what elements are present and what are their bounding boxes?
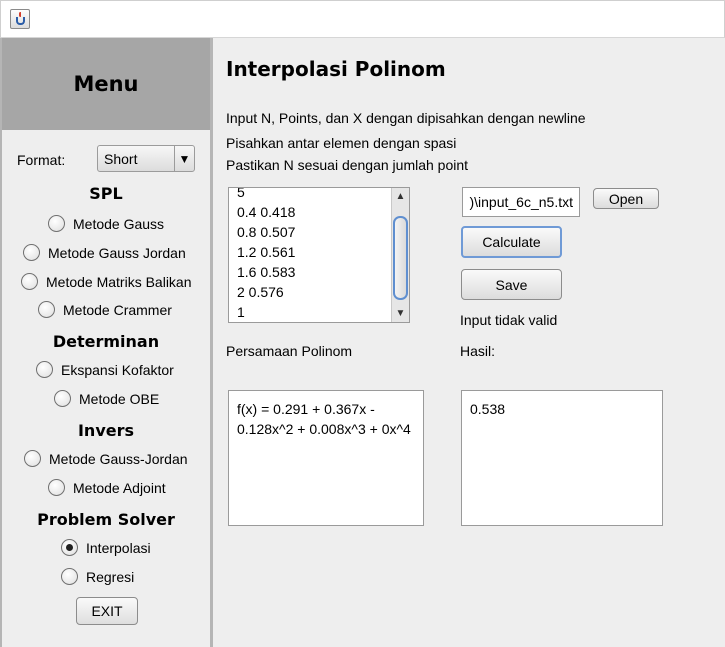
- radio-label: Metode Crammer: [63, 301, 172, 318]
- radio-icon: [61, 568, 78, 585]
- input-line: 1.6 0.583: [237, 264, 296, 280]
- hasil-label: Hasil:: [460, 343, 496, 359]
- group-title-spl: SPL: [89, 184, 123, 203]
- input-textarea[interactable]: 5 0.4 0.418 0.8 0.507 1.2 0.561 1.6 0.58…: [228, 187, 410, 323]
- radio-icon: [24, 450, 41, 467]
- scroll-up-arrow-icon[interactable]: ▲: [392, 188, 409, 205]
- hasil-value: 0.538: [470, 401, 506, 417]
- radio-icon: [21, 273, 38, 290]
- input-textarea-content: 5 0.4 0.418 0.8 0.507 1.2 0.561 1.6 0.58…: [237, 187, 296, 322]
- group-title-determinan: Determinan: [52, 332, 160, 351]
- radio-metode-crammer[interactable]: Metode Crammer: [38, 301, 172, 318]
- radio-label: Regresi: [86, 568, 135, 585]
- input-line: 0.8 0.507: [237, 224, 296, 240]
- menu-title: Menu: [2, 38, 210, 130]
- radio-regresi[interactable]: Regresi: [61, 568, 134, 585]
- radio-metode-gauss-jordan[interactable]: Metode Gauss Jordan: [23, 244, 186, 261]
- radio-metode-gauss[interactable]: Metode Gauss: [48, 215, 164, 232]
- radio-icon: [23, 244, 40, 261]
- group-title-invers: Invers: [77, 421, 135, 440]
- radio-metode-obe[interactable]: Metode OBE: [54, 390, 159, 407]
- radio-icon: [38, 301, 55, 318]
- radio-checked-icon: [61, 539, 78, 556]
- radio-metode-matriks-balikan[interactable]: Metode Matriks Balikan: [21, 273, 192, 290]
- radio-icon: [36, 361, 53, 378]
- instruction-line: Pisahkan antar elemen dengan spasi: [226, 135, 457, 151]
- radio-ekspansi-kofaktor[interactable]: Ekspansi Kofaktor: [36, 361, 174, 378]
- instruction-line: Input N, Points, dan X dengan dipisahkan…: [226, 110, 586, 126]
- vertical-scrollbar[interactable]: ▲ ▼: [391, 188, 409, 322]
- radio-label: Metode Matriks Balikan: [46, 273, 192, 290]
- open-button[interactable]: Open: [593, 188, 659, 209]
- radio-icon: [54, 390, 71, 407]
- group-title-problem-solver: Problem Solver: [37, 510, 175, 529]
- format-select-value: Short: [104, 150, 138, 167]
- input-line: 2 0.576: [237, 284, 284, 300]
- radio-label: Ekspansi Kofaktor: [61, 361, 174, 378]
- instruction-line: Pastikan N sesuai dengan jumlah point: [226, 157, 469, 173]
- input-line: 0.4 0.418: [237, 204, 296, 220]
- exit-button[interactable]: EXIT: [76, 597, 138, 625]
- radio-icon: [48, 479, 65, 496]
- save-button[interactable]: Save: [461, 269, 562, 300]
- scroll-down-arrow-icon[interactable]: ▼: [392, 305, 409, 322]
- radio-invers-gauss-jordan[interactable]: Metode Gauss-Jordan: [24, 450, 188, 467]
- persamaan-label: Persamaan Polinom: [226, 343, 353, 359]
- java-app-icon: [10, 9, 30, 29]
- radio-label: Metode Gauss-Jordan: [49, 450, 188, 467]
- window-titlebar: [0, 0, 725, 38]
- persamaan-line: 0.128x^2 + 0.008x^3 + 0x^4: [237, 421, 411, 437]
- status-message: Input tidak valid: [460, 312, 558, 328]
- radio-label: Interpolasi: [86, 539, 151, 556]
- page-title: Interpolasi Polinom: [226, 57, 446, 81]
- radio-label: Metode Adjoint: [73, 479, 166, 496]
- persamaan-output[interactable]: f(x) = 0.291 + 0.367x - 0.128x^2 + 0.008…: [228, 390, 424, 526]
- persamaan-line: f(x) = 0.291 + 0.367x -: [237, 401, 375, 417]
- calculate-button[interactable]: Calculate: [461, 226, 562, 258]
- radio-label: Metode Gauss: [73, 215, 165, 232]
- radio-label: Metode OBE: [79, 390, 160, 407]
- main-panel: Interpolasi Polinom Input N, Points, dan…: [213, 38, 725, 647]
- format-label: Format:: [17, 152, 66, 168]
- radio-interpolasi[interactable]: Interpolasi: [61, 539, 151, 556]
- file-path-input[interactable]: )\input_6c_n5.txt: [462, 187, 580, 217]
- format-select[interactable]: Short ▼: [97, 145, 195, 172]
- radio-label: Metode Gauss Jordan: [48, 244, 186, 261]
- sidebar-menu: Menu Format: Short ▼ SPL Metode Gauss Me…: [0, 38, 213, 647]
- scroll-thumb[interactable]: [393, 216, 408, 300]
- input-line: 5: [237, 187, 245, 200]
- chevron-down-icon[interactable]: ▼: [174, 146, 194, 171]
- input-line: 1.2 0.561: [237, 244, 296, 260]
- radio-metode-adjoint[interactable]: Metode Adjoint: [48, 479, 166, 496]
- radio-icon: [48, 215, 65, 232]
- input-line: 1: [237, 304, 245, 320]
- hasil-output[interactable]: 0.538: [461, 390, 663, 526]
